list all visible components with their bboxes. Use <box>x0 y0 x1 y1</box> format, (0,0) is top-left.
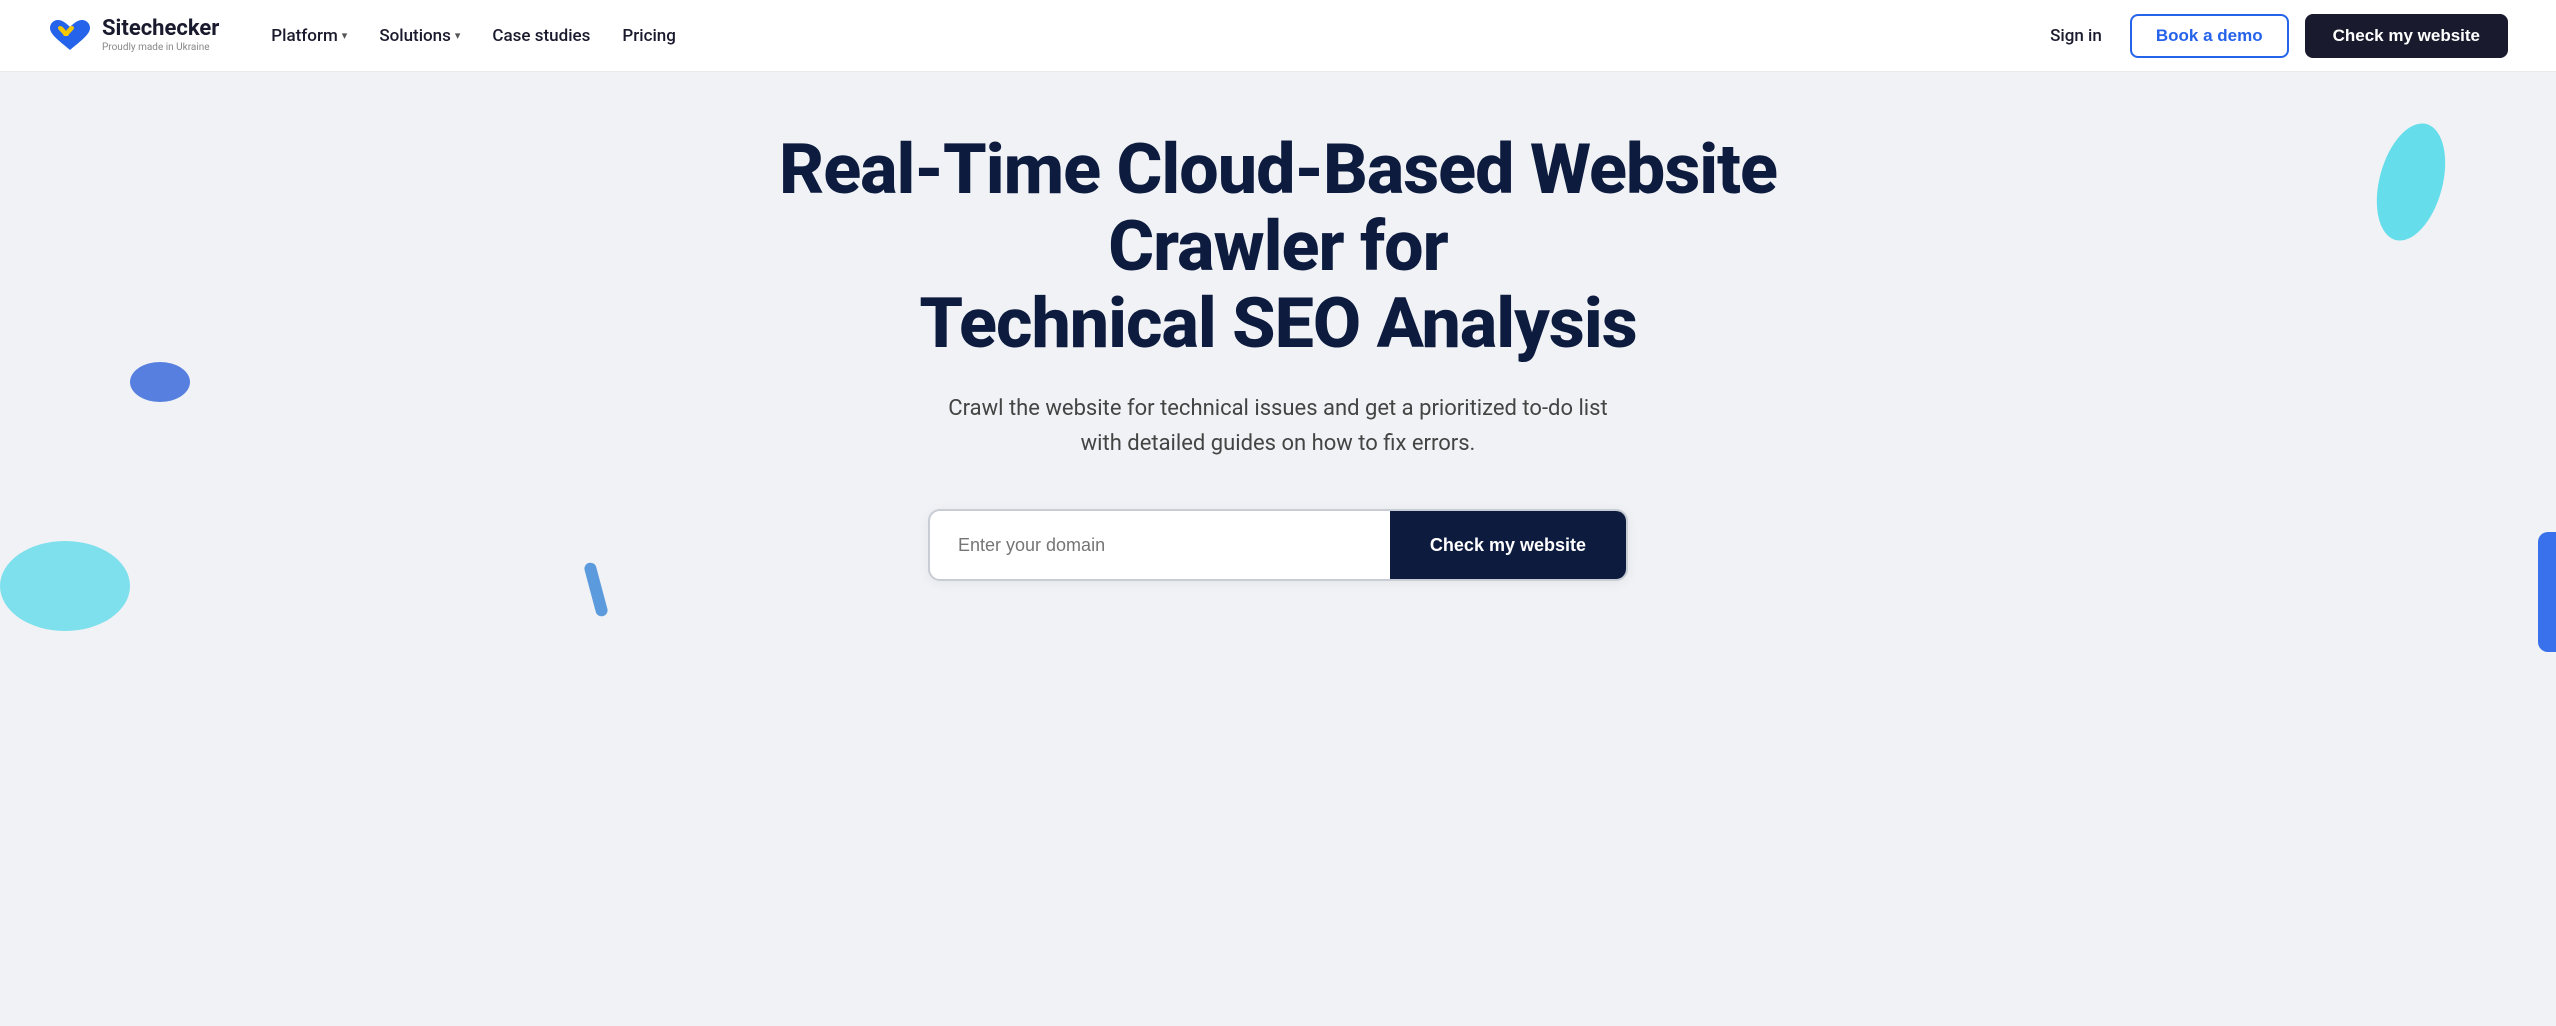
navbar: Sitechecker Proudly made in Ukraine Plat… <box>0 0 2556 72</box>
sign-in-button[interactable]: Sign in <box>2038 18 2114 54</box>
logo-name: Sitechecker <box>102 18 219 40</box>
nav-pricing-label: Pricing <box>622 26 676 46</box>
domain-search-bar: Check my website <box>928 509 1628 581</box>
decorative-cyan-blob-bottom-left <box>0 541 130 631</box>
chevron-down-icon: ▾ <box>342 29 348 42</box>
logo[interactable]: Sitechecker Proudly made in Ukraine <box>48 18 219 54</box>
nav-item-platform[interactable]: Platform ▾ <box>259 18 359 54</box>
nav-item-pricing[interactable]: Pricing <box>610 18 688 54</box>
decorative-blue-blob-left <box>130 362 190 402</box>
decorative-cyan-blob-top-right <box>2365 116 2457 248</box>
domain-input[interactable] <box>930 511 1390 579</box>
decorative-blue-pencil <box>583 561 609 617</box>
nav-solutions-label: Solutions <box>379 26 451 46</box>
hero-content: Real-Time Cloud-Based Website Crawler fo… <box>728 132 1828 581</box>
logo-icon <box>48 18 92 54</box>
hero-subtitle: Crawl the website for technical issues a… <box>928 391 1628 461</box>
chevron-down-icon: ▾ <box>455 29 461 42</box>
nav-item-case-studies[interactable]: Case studies <box>480 18 602 54</box>
logo-text-area: Sitechecker Proudly made in Ukraine <box>102 18 219 53</box>
logo-tagline: Proudly made in Ukraine <box>102 42 219 53</box>
nav-links: Platform ▾ Solutions ▾ Case studies Pric… <box>259 18 688 54</box>
nav-platform-label: Platform <box>271 26 337 46</box>
hero-title-line2: Technical SEO Analysis <box>919 283 1636 365</box>
nav-item-solutions[interactable]: Solutions ▾ <box>367 18 472 54</box>
hero-section: Real-Time Cloud-Based Website Crawler fo… <box>0 72 2556 661</box>
nav-left: Sitechecker Proudly made in Ukraine Plat… <box>48 18 688 54</box>
hero-title: Real-Time Cloud-Based Website Crawler fo… <box>728 132 1828 363</box>
check-website-button[interactable]: Check my website <box>1390 511 1626 579</box>
nav-right: Sign in Book a demo Check my website <box>2038 14 2508 58</box>
book-demo-button[interactable]: Book a demo <box>2130 14 2289 58</box>
check-website-nav-button[interactable]: Check my website <box>2305 14 2508 58</box>
hero-title-line1: Real-Time Cloud-Based Website Crawler fo… <box>779 129 1777 288</box>
decorative-blue-right-edge <box>2538 532 2556 652</box>
nav-case-studies-label: Case studies <box>492 26 590 46</box>
